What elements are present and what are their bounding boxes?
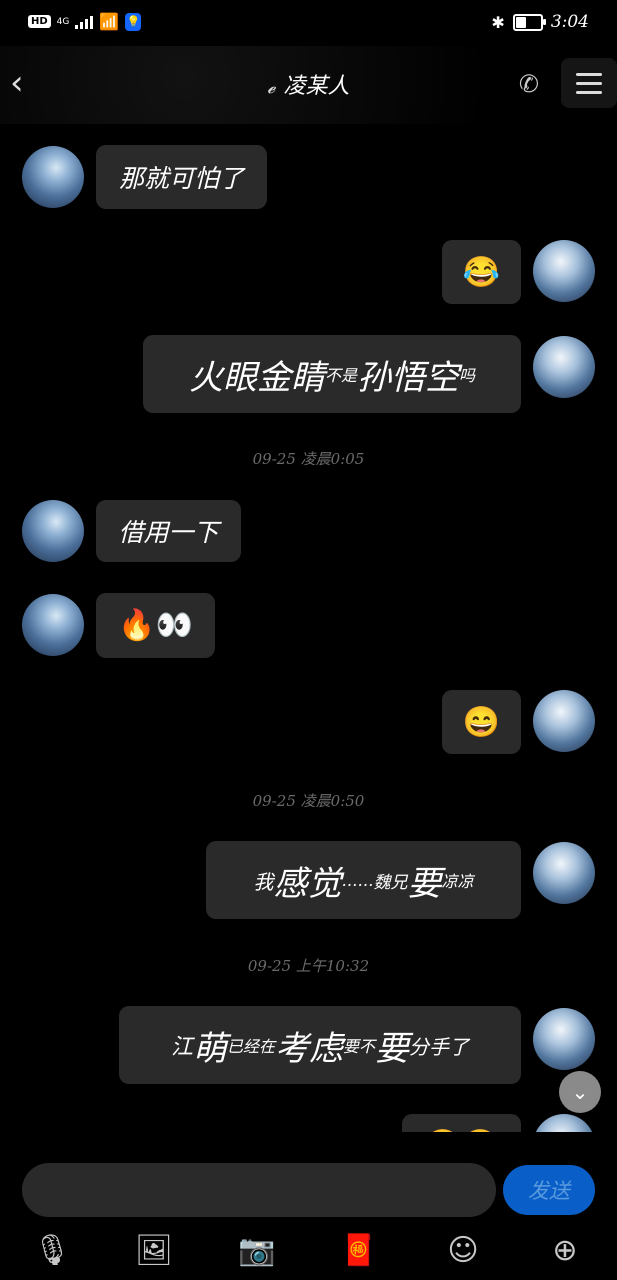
message-text: 考虑 bbox=[275, 1028, 343, 1069]
wifi-icon: 📶 bbox=[99, 12, 120, 31]
message-row: 火眼金睛 不是 孙悟空吗 bbox=[0, 334, 617, 414]
my-avatar[interactable] bbox=[533, 1114, 595, 1132]
message-input[interactable] bbox=[22, 1163, 496, 1217]
contact-avatar[interactable] bbox=[22, 500, 84, 562]
status-bar: HD 4G 📶 💡 ✱ 3:04 bbox=[0, 0, 617, 46]
message-bubble[interactable]: 那就可怕了 bbox=[96, 145, 267, 209]
ear-icon[interactable]: 𝓮 bbox=[268, 77, 276, 98]
input-bar: 发送 🎙 🖼 📷 🧧 ☺ ⊕ bbox=[0, 1132, 617, 1280]
message-bubble[interactable]: 😂😂 bbox=[402, 1114, 521, 1132]
chevron-down-icon: ⌄ bbox=[571, 1080, 589, 1104]
message-row: 🔥👀 bbox=[0, 592, 617, 658]
plus-icon[interactable]: ⊕ bbox=[543, 1228, 587, 1272]
message-text: 魏兄 bbox=[373, 872, 408, 893]
message-list[interactable]: 那就可怕了 😂 火眼金睛 不是 孙悟空吗 09-25 凌晨0:05 借用一下 🔥👀 … bbox=[0, 124, 617, 1132]
signal-icon bbox=[75, 15, 94, 29]
bluetooth-icon: ✱ bbox=[491, 12, 505, 32]
message-text: 已经在 bbox=[226, 1037, 275, 1056]
message-text: 孙悟空 bbox=[357, 357, 459, 398]
battery-icon bbox=[512, 13, 546, 31]
message-text: 要 bbox=[407, 863, 442, 904]
message-bubble[interactable]: 我感觉…… 魏兄要凉凉 bbox=[206, 841, 521, 919]
clock: 3:04 bbox=[550, 12, 589, 32]
phone-icon[interactable]: ✆ bbox=[519, 70, 539, 98]
image-icon[interactable]: 🖼 bbox=[132, 1228, 176, 1272]
chat-header: ‹ 𝓮 凌某人 ✆ bbox=[0, 46, 617, 124]
my-avatar[interactable] bbox=[533, 690, 595, 752]
message-text: 凉凉 bbox=[441, 872, 474, 891]
message-text: 感觉 bbox=[273, 863, 342, 904]
my-avatar[interactable] bbox=[533, 336, 595, 398]
message-text: 萌 bbox=[192, 1028, 227, 1069]
message-bubble[interactable]: 火眼金睛 不是 孙悟空吗 bbox=[143, 335, 521, 413]
message-text: 要 bbox=[375, 1028, 410, 1069]
message-bubble[interactable]: 江萌已经在 考虑 要不要分手了 bbox=[119, 1006, 521, 1084]
contact-avatar[interactable] bbox=[22, 594, 84, 656]
message-bubble[interactable]: 😂 bbox=[442, 240, 521, 304]
message-bubble[interactable]: 🔥👀 bbox=[96, 593, 215, 658]
message-row: 我感觉…… 魏兄要凉凉 bbox=[0, 840, 617, 920]
message-text: 火眼金睛 bbox=[188, 357, 325, 398]
message-row: 😄 bbox=[0, 688, 617, 754]
scroll-down-button[interactable]: ⌄ bbox=[559, 1071, 601, 1113]
message-text: 不是 bbox=[324, 366, 357, 385]
bulb-icon: 💡 bbox=[125, 12, 142, 31]
message-text: 分手了 bbox=[409, 1034, 470, 1059]
timestamp: 09-25 凌晨0:50 bbox=[252, 792, 365, 810]
network-type: 4G bbox=[56, 16, 70, 27]
timestamp: 09-25 上午10:32 bbox=[247, 957, 370, 975]
message-text: 吗 bbox=[459, 366, 476, 385]
hd-badge: HD bbox=[28, 15, 51, 28]
toolbar: 🎙 🖼 📷 🧧 ☺ ⊕ bbox=[0, 1228, 617, 1272]
message-text: 我 bbox=[253, 869, 274, 894]
message-row: 😂😂 bbox=[0, 1114, 617, 1132]
message-text: …… bbox=[341, 870, 374, 890]
message-bubble[interactable]: 借用一下 bbox=[96, 500, 241, 562]
message-bubble[interactable]: 😄 bbox=[442, 690, 521, 754]
message-text: 要不 bbox=[343, 1037, 376, 1056]
contact-avatar[interactable] bbox=[22, 146, 84, 208]
message-row: 江萌已经在 考虑 要不要分手了 bbox=[0, 1006, 617, 1084]
timestamp: 09-25 凌晨0:05 bbox=[252, 450, 365, 468]
send-button[interactable]: 发送 bbox=[503, 1165, 595, 1215]
camera-icon[interactable]: 📷 bbox=[235, 1228, 279, 1272]
red-packet-icon[interactable]: 🧧 bbox=[337, 1228, 381, 1272]
message-text: 江 bbox=[170, 1035, 193, 1060]
emoji-icon[interactable]: ☺ bbox=[441, 1228, 485, 1272]
contact-name: 凌某人 bbox=[283, 74, 350, 99]
message-row: 那就可怕了 bbox=[0, 144, 617, 210]
my-avatar[interactable] bbox=[533, 842, 595, 904]
message-row: 借用一下 bbox=[0, 500, 617, 564]
microphone-icon[interactable]: 🎙 bbox=[30, 1228, 74, 1272]
my-avatar[interactable] bbox=[533, 240, 595, 302]
menu-icon[interactable] bbox=[561, 58, 617, 108]
message-row: 😂 bbox=[0, 238, 617, 304]
my-avatar[interactable] bbox=[533, 1008, 595, 1070]
